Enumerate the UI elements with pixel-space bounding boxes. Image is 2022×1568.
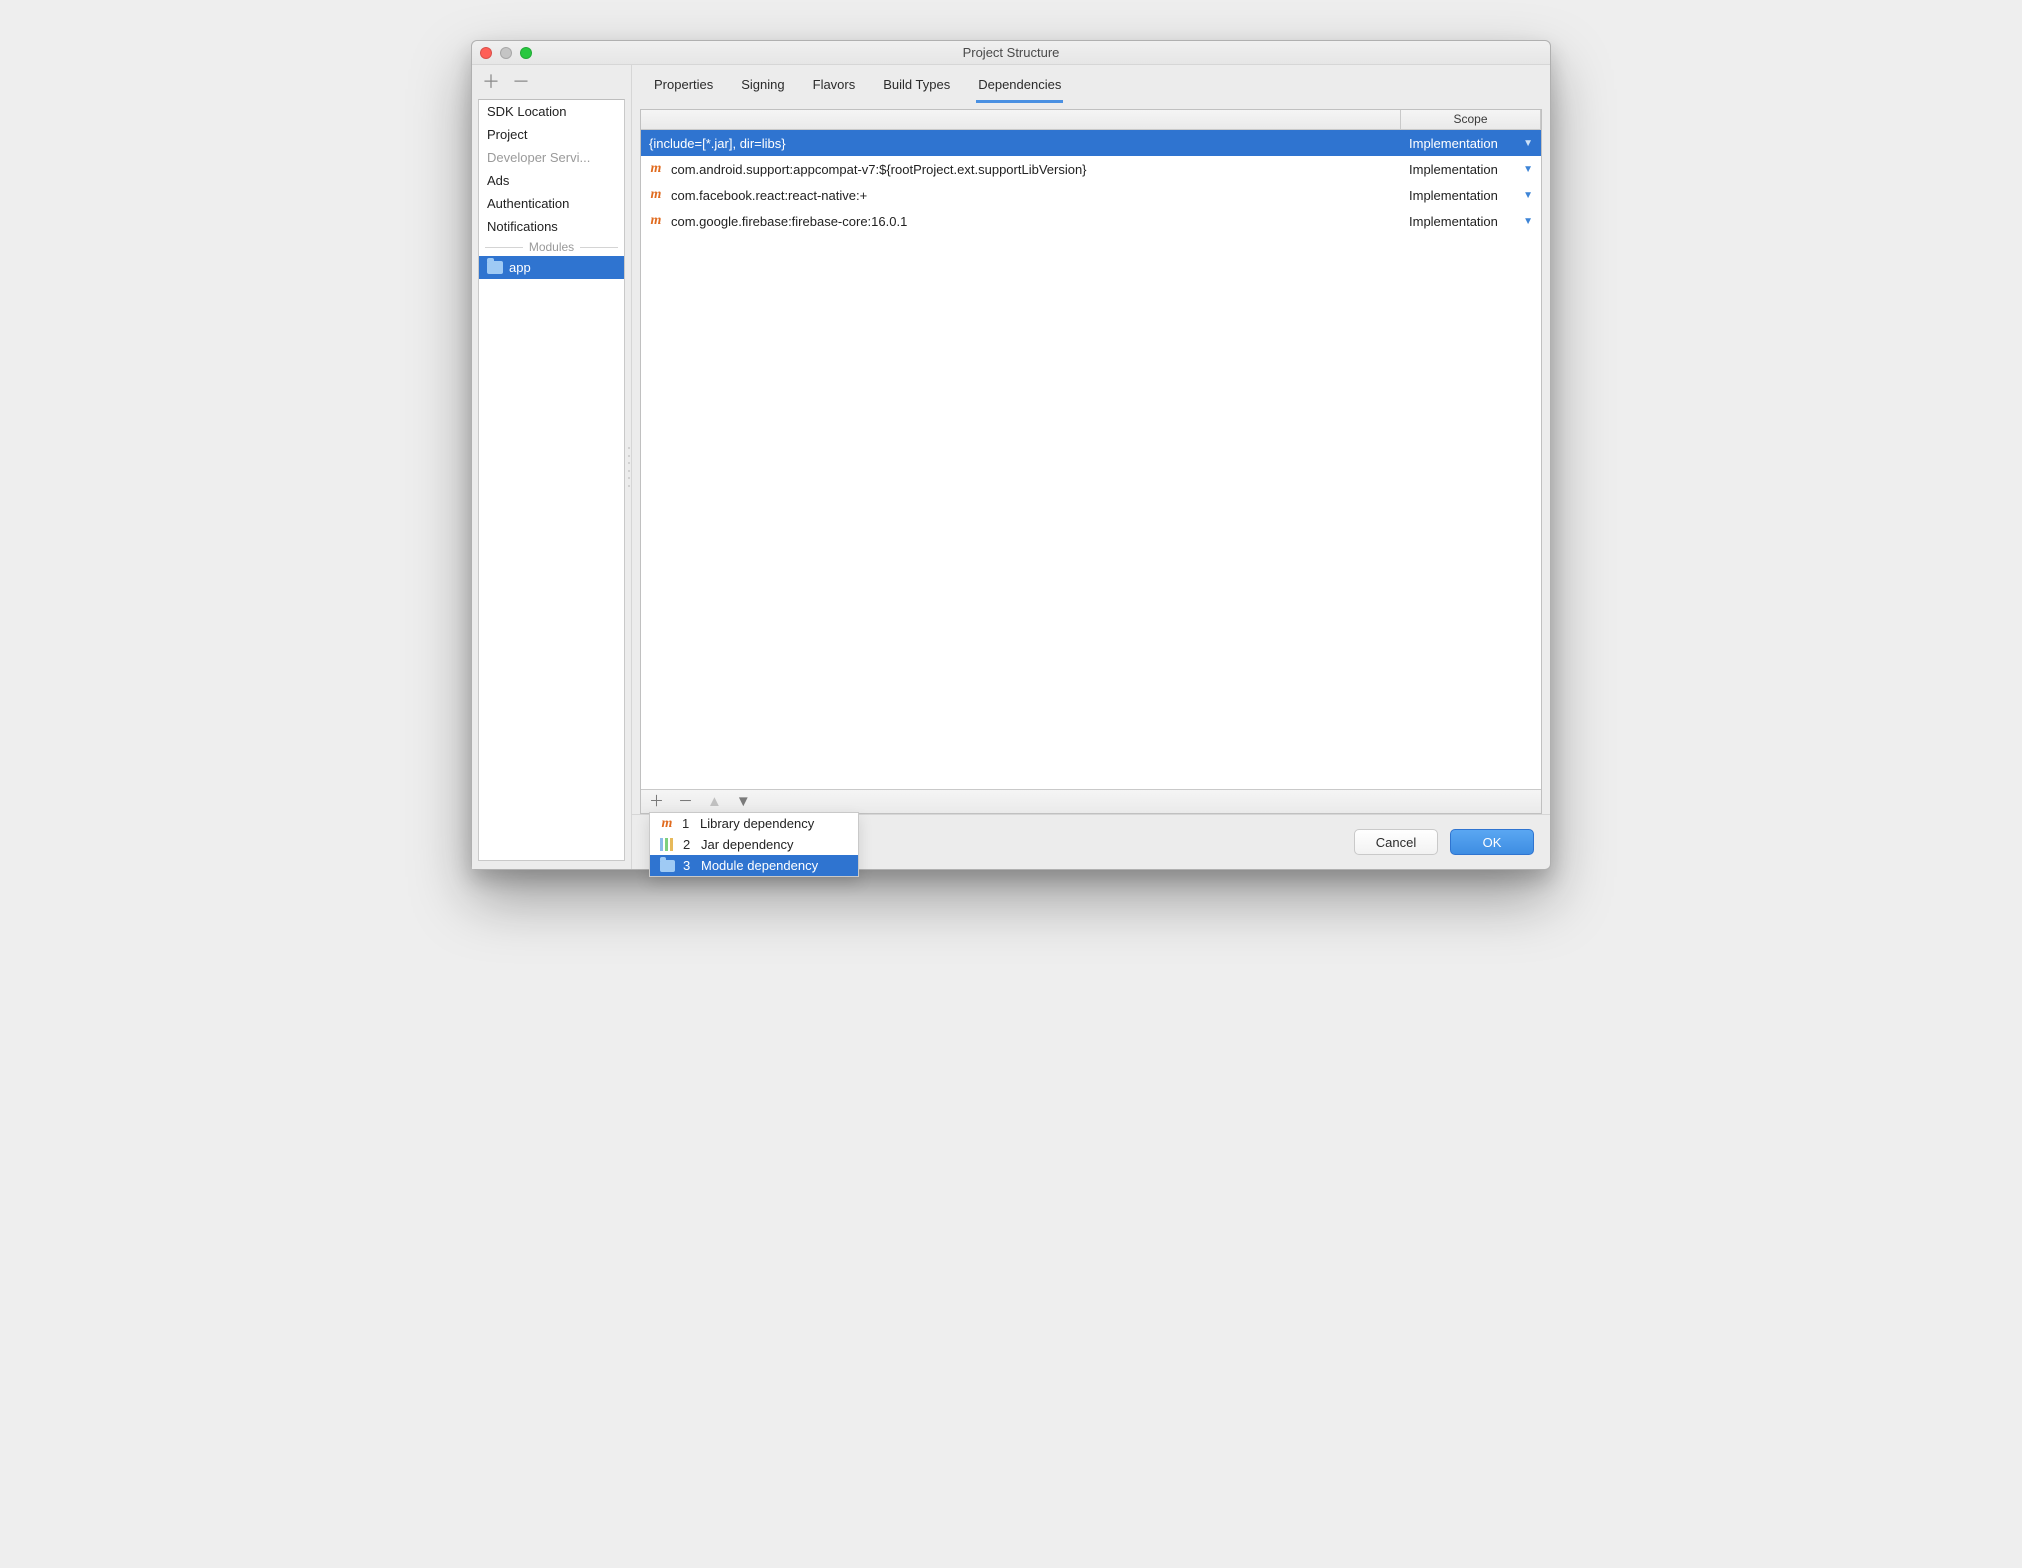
add-dependency-menu: m 1 Library dependency 2 Jar dependency …	[649, 812, 859, 877]
sidebar-modules-header: Modules	[479, 238, 624, 256]
scope-dropdown[interactable]: Implementation ▼	[1401, 162, 1541, 177]
remove-dependency-button[interactable]: －	[678, 794, 693, 809]
ok-button[interactable]: OK	[1450, 829, 1534, 855]
sidebar-toolbar: ＋ －	[472, 65, 631, 97]
sidebar-item-ads[interactable]: Ads	[479, 169, 624, 192]
dependency-name: {include=[*.jar], dir=libs}	[649, 136, 786, 151]
scope-dropdown[interactable]: Implementation ▼	[1401, 188, 1541, 203]
menu-item-library-dependency[interactable]: m 1 Library dependency	[650, 813, 858, 834]
sidebar-item-developer-services[interactable]: Developer Servi...	[479, 146, 624, 169]
menu-item-module-dependency[interactable]: 3 Module dependency	[650, 855, 858, 876]
chevron-down-icon: ▼	[1523, 138, 1533, 149]
add-dependency-button[interactable]: ＋	[649, 794, 664, 809]
maven-icon: m	[649, 188, 663, 202]
tab-dependencies[interactable]: Dependencies	[976, 75, 1063, 103]
scope-dropdown[interactable]: Implementation ▼	[1401, 136, 1541, 151]
move-up-button[interactable]: ▲	[707, 794, 722, 809]
tab-flavors[interactable]: Flavors	[811, 75, 858, 103]
remove-module-button[interactable]: －	[512, 73, 530, 91]
dependencies-table: Scope {include=[*.jar], dir=libs} Implem…	[640, 109, 1542, 814]
move-down-button[interactable]: ▼	[736, 794, 751, 809]
col-header-name[interactable]	[641, 110, 1401, 129]
chevron-down-icon: ▼	[1523, 164, 1533, 175]
menu-label: Module dependency	[701, 858, 818, 873]
sidebar-item-project[interactable]: Project	[479, 123, 624, 146]
scope-value: Implementation	[1409, 136, 1498, 151]
menu-label: Jar dependency	[701, 837, 794, 852]
right-pane: Properties Signing Flavors Build Types D…	[632, 65, 1550, 869]
menu-label: Library dependency	[700, 816, 814, 831]
sidebar-module-app[interactable]: app	[479, 256, 624, 279]
table-row[interactable]: m com.google.firebase:firebase-core:16.0…	[641, 208, 1541, 234]
menu-item-jar-dependency[interactable]: 2 Jar dependency	[650, 834, 858, 855]
scope-value: Implementation	[1409, 214, 1498, 229]
scope-value: Implementation	[1409, 162, 1498, 177]
dependency-name: com.google.firebase:firebase-core:16.0.1	[671, 214, 907, 229]
maven-icon: m	[649, 162, 663, 176]
scope-dropdown[interactable]: Implementation ▼	[1401, 214, 1541, 229]
chevron-down-icon: ▼	[1523, 190, 1533, 201]
project-structure-window: Project Structure ＋ － SDK Location Proje…	[471, 40, 1551, 870]
maven-icon: m	[649, 214, 663, 228]
jar-icon	[660, 838, 675, 851]
col-header-scope[interactable]: Scope	[1401, 110, 1541, 129]
split-grip[interactable]	[626, 447, 632, 487]
folder-icon	[660, 860, 675, 872]
sidebar-item-sdk-location[interactable]: SDK Location	[479, 100, 624, 123]
sidebar-item-notifications[interactable]: Notifications	[479, 215, 624, 238]
add-module-button[interactable]: ＋	[482, 73, 500, 91]
menu-index: 1	[682, 816, 692, 831]
sidebar: ＋ － SDK Location Project Developer Servi…	[472, 65, 632, 869]
table-body: {include=[*.jar], dir=libs} Implementati…	[641, 130, 1541, 789]
tab-build-types[interactable]: Build Types	[881, 75, 952, 103]
menu-index: 3	[683, 858, 693, 873]
tab-signing[interactable]: Signing	[739, 75, 786, 103]
chevron-down-icon: ▼	[1523, 216, 1533, 227]
module-name: app	[509, 260, 531, 275]
dependency-name: com.facebook.react:react-native:+	[671, 188, 867, 203]
tab-bar: Properties Signing Flavors Build Types D…	[632, 65, 1550, 103]
maven-icon: m	[660, 817, 674, 831]
dependency-toolbar: ＋ － ▲ ▼ m 1 Library dependency 2	[641, 789, 1541, 813]
table-row[interactable]: {include=[*.jar], dir=libs} Implementati…	[641, 130, 1541, 156]
window-title: Project Structure	[472, 45, 1550, 60]
table-header: Scope	[641, 110, 1541, 130]
cancel-button[interactable]: Cancel	[1354, 829, 1438, 855]
content: ＋ － SDK Location Project Developer Servi…	[472, 65, 1550, 869]
scope-value: Implementation	[1409, 188, 1498, 203]
sidebar-tree: SDK Location Project Developer Servi... …	[478, 99, 625, 861]
table-row[interactable]: m com.android.support:appcompat-v7:${roo…	[641, 156, 1541, 182]
sidebar-modules-label: Modules	[529, 240, 574, 254]
dependency-name: com.android.support:appcompat-v7:${rootP…	[671, 162, 1087, 177]
table-row[interactable]: m com.facebook.react:react-native:+ Impl…	[641, 182, 1541, 208]
tab-properties[interactable]: Properties	[652, 75, 715, 103]
titlebar: Project Structure	[472, 41, 1550, 65]
menu-index: 2	[683, 837, 693, 852]
sidebar-item-authentication[interactable]: Authentication	[479, 192, 624, 215]
folder-icon	[487, 261, 503, 274]
